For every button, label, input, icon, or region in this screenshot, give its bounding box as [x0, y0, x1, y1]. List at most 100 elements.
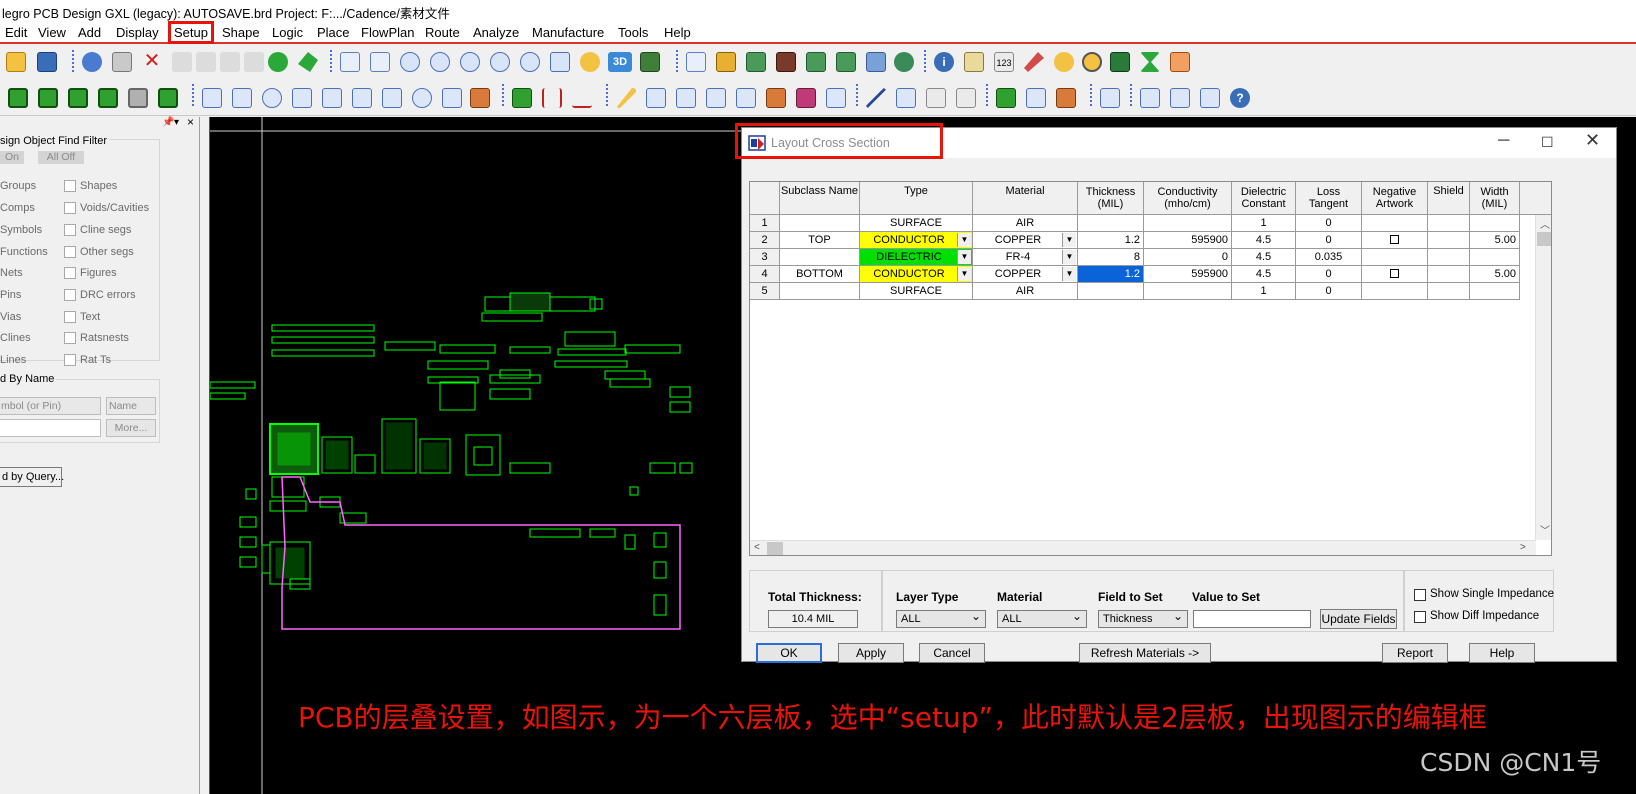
select-icon[interactable]	[202, 88, 222, 108]
text-edit-icon[interactable]	[956, 88, 976, 108]
cell-loss[interactable]: 0.035	[1296, 249, 1362, 266]
hscroll-thumb[interactable]	[767, 542, 783, 555]
drc-off-icon[interactable]	[1170, 52, 1190, 72]
name-input[interactable]	[0, 419, 101, 437]
find-by-query-button[interactable]: d by Query...	[0, 467, 64, 487]
cell-shield[interactable]	[1428, 215, 1470, 232]
filter-lines[interactable]: Lines	[0, 354, 26, 366]
fanout-icon[interactable]	[706, 88, 726, 108]
table-row[interactable]: 2 TOP CONDUCTOR ▼ COPPER ▼ 1.2 595900 4.5 0 5.00	[750, 232, 1551, 249]
cell-thickness[interactable]: 8	[1078, 249, 1144, 266]
ecm-icon[interactable]	[806, 52, 826, 72]
scroll-down-icon[interactable]: ﹀	[1540, 522, 1550, 537]
spreadsheet-icon[interactable]	[866, 52, 886, 72]
cell-material[interactable]: COPPER ▼	[973, 266, 1078, 283]
filter-clines[interactable]: Clines	[0, 332, 31, 344]
cell-negative[interactable]	[1362, 266, 1428, 283]
cell-loss[interactable]: 0	[1296, 215, 1362, 232]
u1-icon[interactable]	[1026, 88, 1046, 108]
wave-icon[interactable]	[826, 88, 846, 108]
cell-type[interactable]: CONDUCTOR ▼	[860, 266, 973, 283]
show-diff-impedance-checkbox[interactable]	[1414, 611, 1426, 623]
pin-panel-icon[interactable]: 📌	[162, 117, 174, 128]
update-fields-button[interactable]: Update Fields	[1320, 609, 1397, 629]
dfa-icon[interactable]	[836, 52, 856, 72]
zoom-out-icon[interactable]	[490, 52, 510, 72]
hourglass-icon[interactable]	[1140, 52, 1160, 72]
menu-logic[interactable]: Logic	[272, 25, 303, 40]
cell-dielectric[interactable]: 4.5	[1232, 266, 1296, 283]
shape-add-icon[interactable]	[322, 88, 342, 108]
value-to-set-input[interactable]	[1193, 610, 1311, 628]
ok-button[interactable]: OK	[756, 643, 822, 663]
filter-functions[interactable]: Functions	[0, 246, 48, 258]
cell-thickness[interactable]: 1.2	[1078, 266, 1144, 283]
name-combo[interactable]: Name	[106, 397, 156, 415]
menu-analyze[interactable]: Analyze	[473, 25, 519, 40]
filter-comps[interactable]: Comps	[0, 202, 35, 214]
layer-inner2-icon[interactable]	[68, 88, 88, 108]
chevron-down-icon[interactable]: ▼	[1062, 267, 1076, 281]
cell-thickness[interactable]	[1078, 215, 1144, 232]
close-panel-icon[interactable]: ×	[187, 115, 194, 129]
cell-shield[interactable]	[1428, 232, 1470, 249]
mail-icon[interactable]	[1170, 88, 1190, 108]
cell-shield[interactable]	[1428, 266, 1470, 283]
cell-material[interactable]: COPPER ▼	[973, 232, 1078, 249]
text-add-icon[interactable]	[926, 88, 946, 108]
more-button[interactable]: More...	[106, 419, 156, 437]
cell-conductivity[interactable]: 595900	[1144, 266, 1232, 283]
minimize-icon[interactable]: ─	[1498, 132, 1509, 150]
cell-type[interactable]: SURFACE	[860, 215, 973, 232]
shape-square-icon[interactable]	[382, 88, 402, 108]
menu-shape[interactable]: Shape	[222, 25, 260, 40]
menu-edit[interactable]: Edit	[5, 25, 27, 40]
other-segs-checkbox[interactable]	[64, 246, 76, 258]
stats-icon[interactable]	[1110, 52, 1130, 72]
scroll-up-icon[interactable]: ︿	[1540, 216, 1550, 231]
cell-type[interactable]: DIELECTRIC ▼	[860, 249, 973, 266]
show-single-impedance-checkbox[interactable]	[1414, 589, 1426, 601]
menu-view[interactable]: View	[38, 25, 66, 40]
chevron-down-icon[interactable]: ▼	[957, 233, 971, 247]
cell-type[interactable]: SURFACE	[860, 283, 973, 300]
color-icon[interactable]	[716, 52, 736, 72]
filter-nets[interactable]: Nets	[0, 267, 23, 279]
cell-dielectric[interactable]: 4.5	[1232, 232, 1296, 249]
cell-dielectric[interactable]: 1	[1232, 283, 1296, 300]
cell-dielectric[interactable]: 1	[1232, 215, 1296, 232]
table-row[interactable]: 4 BOTTOM CONDUCTOR ▼ COPPER ▼ 1.2 595900 4.5 0 5.0…	[750, 266, 1551, 283]
place-icon[interactable]	[996, 88, 1016, 108]
all-off-button[interactable]: All Off	[38, 151, 84, 164]
rectangle-icon[interactable]	[232, 88, 252, 108]
maximize-icon[interactable]: ☐	[1541, 134, 1554, 151]
zoom-in-icon[interactable]	[460, 52, 480, 72]
filter-groups[interactable]: Groups	[0, 180, 36, 192]
table-row[interactable]: 3 DIELECTRIC ▼ FR-4 ▼ 8 0 4.5 0.035	[750, 249, 1551, 266]
menu-tools[interactable]: Tools	[618, 25, 648, 40]
layer-inner1-icon[interactable]	[38, 88, 58, 108]
vertical-scrollbar[interactable]: ︿ ﹀	[1535, 215, 1551, 540]
layer-off-icon[interactable]	[128, 88, 148, 108]
dimension-linear-icon[interactable]	[572, 88, 592, 108]
report-button[interactable]: Report	[1382, 643, 1448, 663]
chevron-down-icon[interactable]: ▼	[957, 267, 971, 281]
cell-conductivity[interactable]	[1144, 283, 1232, 300]
net-icon[interactable]	[1100, 88, 1120, 108]
layer-all-icon[interactable]	[158, 88, 178, 108]
cell-subclass[interactable]	[780, 283, 860, 300]
menu-route[interactable]: Route	[425, 25, 460, 40]
horizontal-scrollbar[interactable]: < >	[750, 540, 1536, 555]
menu-add[interactable]: Add	[78, 25, 101, 40]
visibility-icon[interactable]	[776, 52, 796, 72]
pattern-icon[interactable]	[796, 88, 816, 108]
info-icon[interactable]: i	[934, 52, 954, 72]
symbol-combo[interactable]: mbol (or Pin)	[0, 397, 101, 415]
cell-dielectric[interactable]: 4.5	[1232, 249, 1296, 266]
chevron-down-icon[interactable]: ▼	[1062, 250, 1076, 264]
filter-pins[interactable]: Pins	[0, 289, 21, 301]
cell-material[interactable]: FR-4 ▼	[973, 249, 1078, 266]
measure-icon[interactable]	[964, 52, 984, 72]
layer-top-icon[interactable]	[8, 88, 28, 108]
package-icon[interactable]	[512, 88, 532, 108]
